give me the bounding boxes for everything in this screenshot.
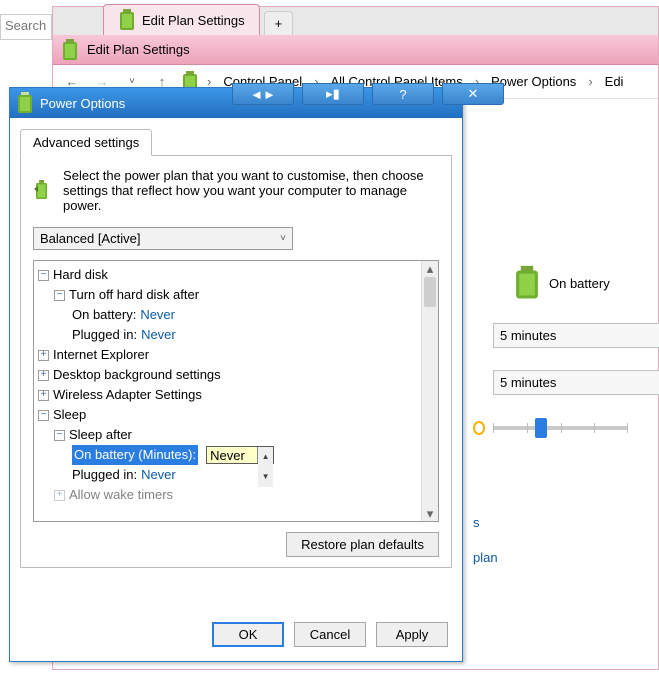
resize-icon: ◄► [250,87,276,102]
apply-button[interactable]: Apply [376,622,448,647]
tree-wireless-adapter[interactable]: Wireless Adapter Settings [53,385,202,405]
pin-icon: ▸▮ [326,86,340,102]
power-icon [16,92,34,114]
link-restore-defaults[interactable]: plan [473,550,628,565]
power-options-dialog: Power Options ◄► ▸▮ ? ✕ Advanced setting… [9,87,463,662]
sleep-timeout-select[interactable]: 5 minutes [493,323,659,348]
collapse-icon[interactable]: − [38,410,49,421]
select-value: 5 minutes [500,328,556,343]
browser-tab-new[interactable]: + [264,11,294,35]
tree-scrollbar[interactable]: ▴ ▾ [421,261,438,521]
search-placeholder: Search [5,18,46,33]
tree-sleep-on-battery-label[interactable]: On battery (Minutes): [72,445,198,465]
column-label: On battery [549,276,610,291]
select-value: 5 minutes [500,375,556,390]
tab-panel: Select the power plan that you want to c… [20,155,452,568]
tree-hdd-on-battery-label: On battery: [72,305,136,325]
spin-down-icon[interactable]: ▼ [258,467,273,487]
tree-sleep[interactable]: Sleep [53,405,86,425]
expand-icon[interactable]: + [38,350,49,361]
tree-sleep-after[interactable]: Sleep after [69,425,132,445]
tree-turn-off-hdd[interactable]: Turn off hard disk after [69,285,199,305]
power-plan-select[interactable]: Balanced [Active] ˅ [33,227,293,250]
plus-icon: + [275,16,283,31]
chevron-right-icon: › [588,74,592,89]
tree-allow-wake-timers[interactable]: Allow wake timers [69,485,173,505]
scroll-up-icon[interactable]: ▴ [422,261,438,276]
browser-tabstrip: Edit Plan Settings + [53,7,658,35]
dialog-intro-text: Select the power plan that you want to c… [63,168,439,213]
tree-hdd-on-battery-value[interactable]: Never [140,305,175,325]
bg-window-title: Edit Plan Settings [87,42,190,57]
tree-hdd-plugged-value[interactable]: Never [141,325,176,345]
close-icon: ✕ [468,86,479,102]
spin-up-icon[interactable]: ▲ [258,447,273,467]
scroll-down-icon[interactable]: ▾ [422,506,438,521]
toolbar-btn-1[interactable]: ◄► [232,83,294,105]
slider-thumb[interactable] [535,418,547,438]
cancel-button[interactable]: Cancel [294,622,366,647]
sleep-on-battery-spinner[interactable]: ▲▼ [206,446,274,464]
battery-icon [513,265,541,301]
tree-sleep-plugged-label: Plugged in: [72,465,137,485]
expand-icon[interactable]: + [38,390,49,401]
plan-select-value: Balanced [Active] [40,231,140,246]
tree-desktop-background[interactable]: Desktop background settings [53,365,221,385]
search-box-fragment[interactable]: Search [0,14,52,40]
tree-hdd-plugged-label: Plugged in: [72,325,137,345]
tree-sleep-plugged-value[interactable]: Never [141,465,176,485]
collapse-icon[interactable]: − [54,430,65,441]
tree-hard-disk[interactable]: Hard disk [53,265,108,285]
expand-icon[interactable]: + [54,490,65,501]
brightness-slider[interactable] [493,426,628,430]
collapse-icon[interactable]: − [54,290,65,301]
close-button[interactable]: ✕ [442,83,504,105]
ok-button[interactable]: OK [212,622,284,647]
sleep-on-battery-input[interactable] [207,447,257,463]
power-plan-icon [33,168,53,212]
help-button[interactable]: ? [372,83,434,105]
toolbar-btn-2[interactable]: ▸▮ [302,83,364,105]
browser-tab-title: Edit Plan Settings [142,13,245,28]
expand-icon[interactable]: + [38,370,49,381]
breadcrumb[interactable]: Edi [601,72,628,91]
link-advanced-settings[interactable]: s [473,515,628,530]
settings-tree: −Hard disk −Turn off hard disk after On … [33,260,439,522]
restore-defaults-button[interactable]: Restore plan defaults [286,532,439,557]
tree-internet-explorer[interactable]: Internet Explorer [53,345,149,365]
help-icon: ? [399,87,406,102]
display-timeout-select[interactable]: 5 minutes [493,370,659,395]
scroll-thumb[interactable] [424,277,436,307]
tab-advanced-settings[interactable]: Advanced settings [20,129,152,156]
power-icon [61,39,79,61]
chevron-down-icon: ˅ [129,76,135,87]
browser-tab-active[interactable]: Edit Plan Settings [103,4,260,35]
collapse-icon[interactable]: − [38,270,49,281]
power-icon [118,9,136,31]
dialog-titlebar[interactable]: Power Options ◄► ▸▮ ? ✕ [10,88,462,118]
bg-titlebar: Edit Plan Settings [53,35,658,65]
chevron-down-icon: ˅ [280,233,286,244]
column-on-battery: On battery [513,265,628,301]
dialog-button-row: OK Cancel Apply [10,608,462,661]
brightness-low-icon [473,421,485,435]
